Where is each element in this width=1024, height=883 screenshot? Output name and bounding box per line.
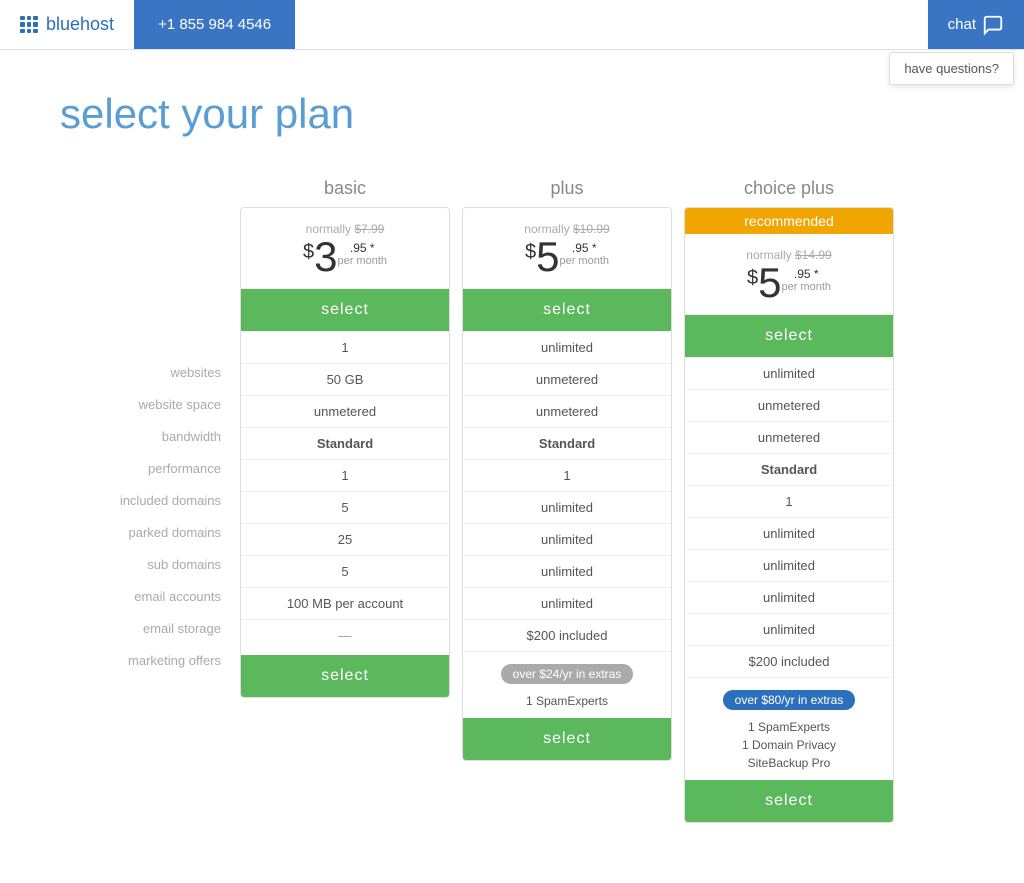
plan-choice-plus-email-accounts: unlimited — [685, 581, 893, 613]
plan-basic-per-month: per month — [337, 256, 387, 267]
plan-choice-plus-pricing: normally $14.99 $ 5 .95 * per month — [685, 234, 893, 315]
plan-plus-dollar: $ — [525, 242, 536, 262]
plan-plus-website-space: unmetered — [463, 363, 671, 395]
chat-icon — [982, 14, 1004, 36]
plan-basic-parked-domains: 5 — [241, 491, 449, 523]
label-email-accounts: email accounts — [60, 580, 235, 612]
plan-basic-websites: 1 — [241, 331, 449, 363]
plan-basic-bandwidth: unmetered — [241, 395, 449, 427]
phone-number[interactable]: +1 855 984 4546 — [134, 0, 295, 49]
plan-basic-old-price: $7.99 — [354, 222, 384, 236]
plan-choice-plus-bandwidth: unmetered — [685, 421, 893, 453]
plan-choice-plus-extras-badge: over $80/yr in extras — [723, 690, 856, 710]
plan-choice-plus-website-space: unmetered — [685, 389, 893, 421]
logo-grid-icon — [20, 16, 38, 34]
plan-choice-plus-marketing: $200 included — [685, 645, 893, 677]
plan-plus-performance: Standard — [463, 427, 671, 459]
plan-basic-email-accounts: 5 — [241, 555, 449, 587]
plan-choice-plus-parked-domains: unlimited — [685, 517, 893, 549]
plan-basic-sub-domains: 25 — [241, 523, 449, 555]
plan-basic-pricing: normally $7.99 $ 3 .95 * per month — [241, 208, 449, 289]
chat-label: chat — [948, 16, 976, 33]
plan-basic-performance: Standard — [241, 427, 449, 459]
main-content: select your plan websites website space … — [0, 50, 1024, 883]
plan-choice-plus-price-whole: 5 — [758, 262, 781, 304]
chat-button[interactable]: chat — [948, 14, 1004, 36]
plan-plus-extras-badge: over $24/yr in extras — [501, 664, 634, 684]
plan-plus-extras: over $24/yr in extras 1 SpamExperts — [463, 651, 671, 718]
plan-choice-plus-extras: over $80/yr in extras 1 SpamExperts 1 Do… — [685, 677, 893, 780]
plan-choice-plus-spam-experts: 1 SpamExperts — [695, 718, 883, 736]
plan-basic-name: basic — [240, 178, 450, 207]
plan-choice-plus-email-storage: unlimited — [685, 613, 893, 645]
label-performance: performance — [60, 452, 235, 484]
label-bandwidth: bandwidth — [60, 420, 235, 452]
plan-plus-email-accounts: unlimited — [463, 555, 671, 587]
plan-choice-plus-websites: unlimited — [685, 357, 893, 389]
plan-plus-price-decimal: .95 * — [559, 242, 609, 254]
page-title: select your plan — [60, 90, 964, 138]
have-questions-tooltip: have questions? — [889, 52, 1014, 85]
plan-choice-plus-normally: normally $14.99 — [695, 248, 883, 262]
plan-plus-bandwidth: unmetered — [463, 395, 671, 427]
plan-basic-email-storage: 100 MB per account — [241, 587, 449, 619]
label-website-space: website space — [60, 388, 235, 420]
header: bluehost +1 855 984 4546 chat have quest… — [0, 0, 1024, 50]
plan-choice-plus-sitebackup: SiteBackup Pro — [695, 754, 883, 772]
plan-plus-included-domains: 1 — [463, 459, 671, 491]
plan-plus-parked-domains: unlimited — [463, 491, 671, 523]
plan-plus-name: plus — [462, 178, 672, 207]
plan-plus-pricing: normally $10.99 $ 5 .95 * per month — [463, 208, 671, 289]
plan-basic-dollar: $ — [303, 242, 314, 262]
plan-plus-price-whole: 5 — [536, 236, 559, 278]
label-sub-domains: sub domains — [60, 548, 235, 580]
label-email-storage: email storage — [60, 612, 235, 644]
plan-choice-plus: choice plus recommended normally $14.99 … — [684, 178, 894, 823]
plan-choice-plus-recommended-badge: recommended — [685, 208, 893, 234]
plan-basic-price-decimal: .95 * — [337, 242, 387, 254]
plan-basic: basic normally $7.99 $ 3 .95 * per month — [240, 178, 450, 823]
plan-basic-marketing: — — [241, 619, 449, 651]
plan-plus-marketing: $200 included — [463, 619, 671, 651]
logo-area: bluehost — [0, 0, 134, 49]
plan-plus-per-month: per month — [559, 256, 609, 267]
feature-labels-column: websites website space bandwidth perform… — [60, 178, 235, 676]
plan-basic-select-top[interactable]: select — [241, 289, 449, 331]
plan-plus-email-storage: unlimited — [463, 587, 671, 619]
plan-plus-select-bottom[interactable]: select — [463, 718, 671, 760]
plan-plus-websites: unlimited — [463, 331, 671, 363]
plan-plus: plus normally $10.99 $ 5 .95 * per month — [462, 178, 672, 823]
label-marketing-offers: marketing offers — [60, 644, 235, 676]
plan-choice-plus-name: choice plus — [684, 178, 894, 207]
plan-basic-website-space: 50 GB — [241, 363, 449, 395]
plan-choice-plus-included-domains: 1 — [685, 485, 893, 517]
label-included-domains: included domains — [60, 484, 235, 516]
plan-basic-select-bottom[interactable]: select — [241, 655, 449, 697]
plan-choice-plus-performance: Standard — [685, 453, 893, 485]
pricing-section: websites website space bandwidth perform… — [60, 178, 964, 823]
header-right: chat — [928, 0, 1024, 49]
plan-plus-old-price: $10.99 — [573, 222, 610, 236]
plan-plus-spam-experts: 1 SpamExperts — [473, 692, 661, 710]
label-parked-domains: parked domains — [60, 516, 235, 548]
plan-choice-plus-domain-privacy: 1 Domain Privacy — [695, 736, 883, 754]
label-websites: websites — [60, 356, 235, 388]
plan-basic-included-domains: 1 — [241, 459, 449, 491]
plan-basic-price-whole: 3 — [314, 236, 337, 278]
plan-choice-plus-sub-domains: unlimited — [685, 549, 893, 581]
plan-choice-plus-per-month: per month — [781, 282, 831, 293]
plan-choice-plus-dollar: $ — [747, 268, 758, 288]
plan-choice-plus-select-bottom[interactable]: select — [685, 780, 893, 822]
plans-row: basic normally $7.99 $ 3 .95 * per month — [240, 178, 894, 823]
plan-plus-select-top[interactable]: select — [463, 289, 671, 331]
plan-choice-plus-select-top[interactable]: select — [685, 315, 893, 357]
logo-text: bluehost — [46, 14, 114, 35]
plan-basic-normally: normally $7.99 — [251, 222, 439, 236]
plan-choice-plus-old-price: $14.99 — [795, 248, 832, 262]
plan-plus-normally: normally $10.99 — [473, 222, 661, 236]
plan-plus-sub-domains: unlimited — [463, 523, 671, 555]
plan-choice-plus-price-decimal: .95 * — [781, 268, 831, 280]
